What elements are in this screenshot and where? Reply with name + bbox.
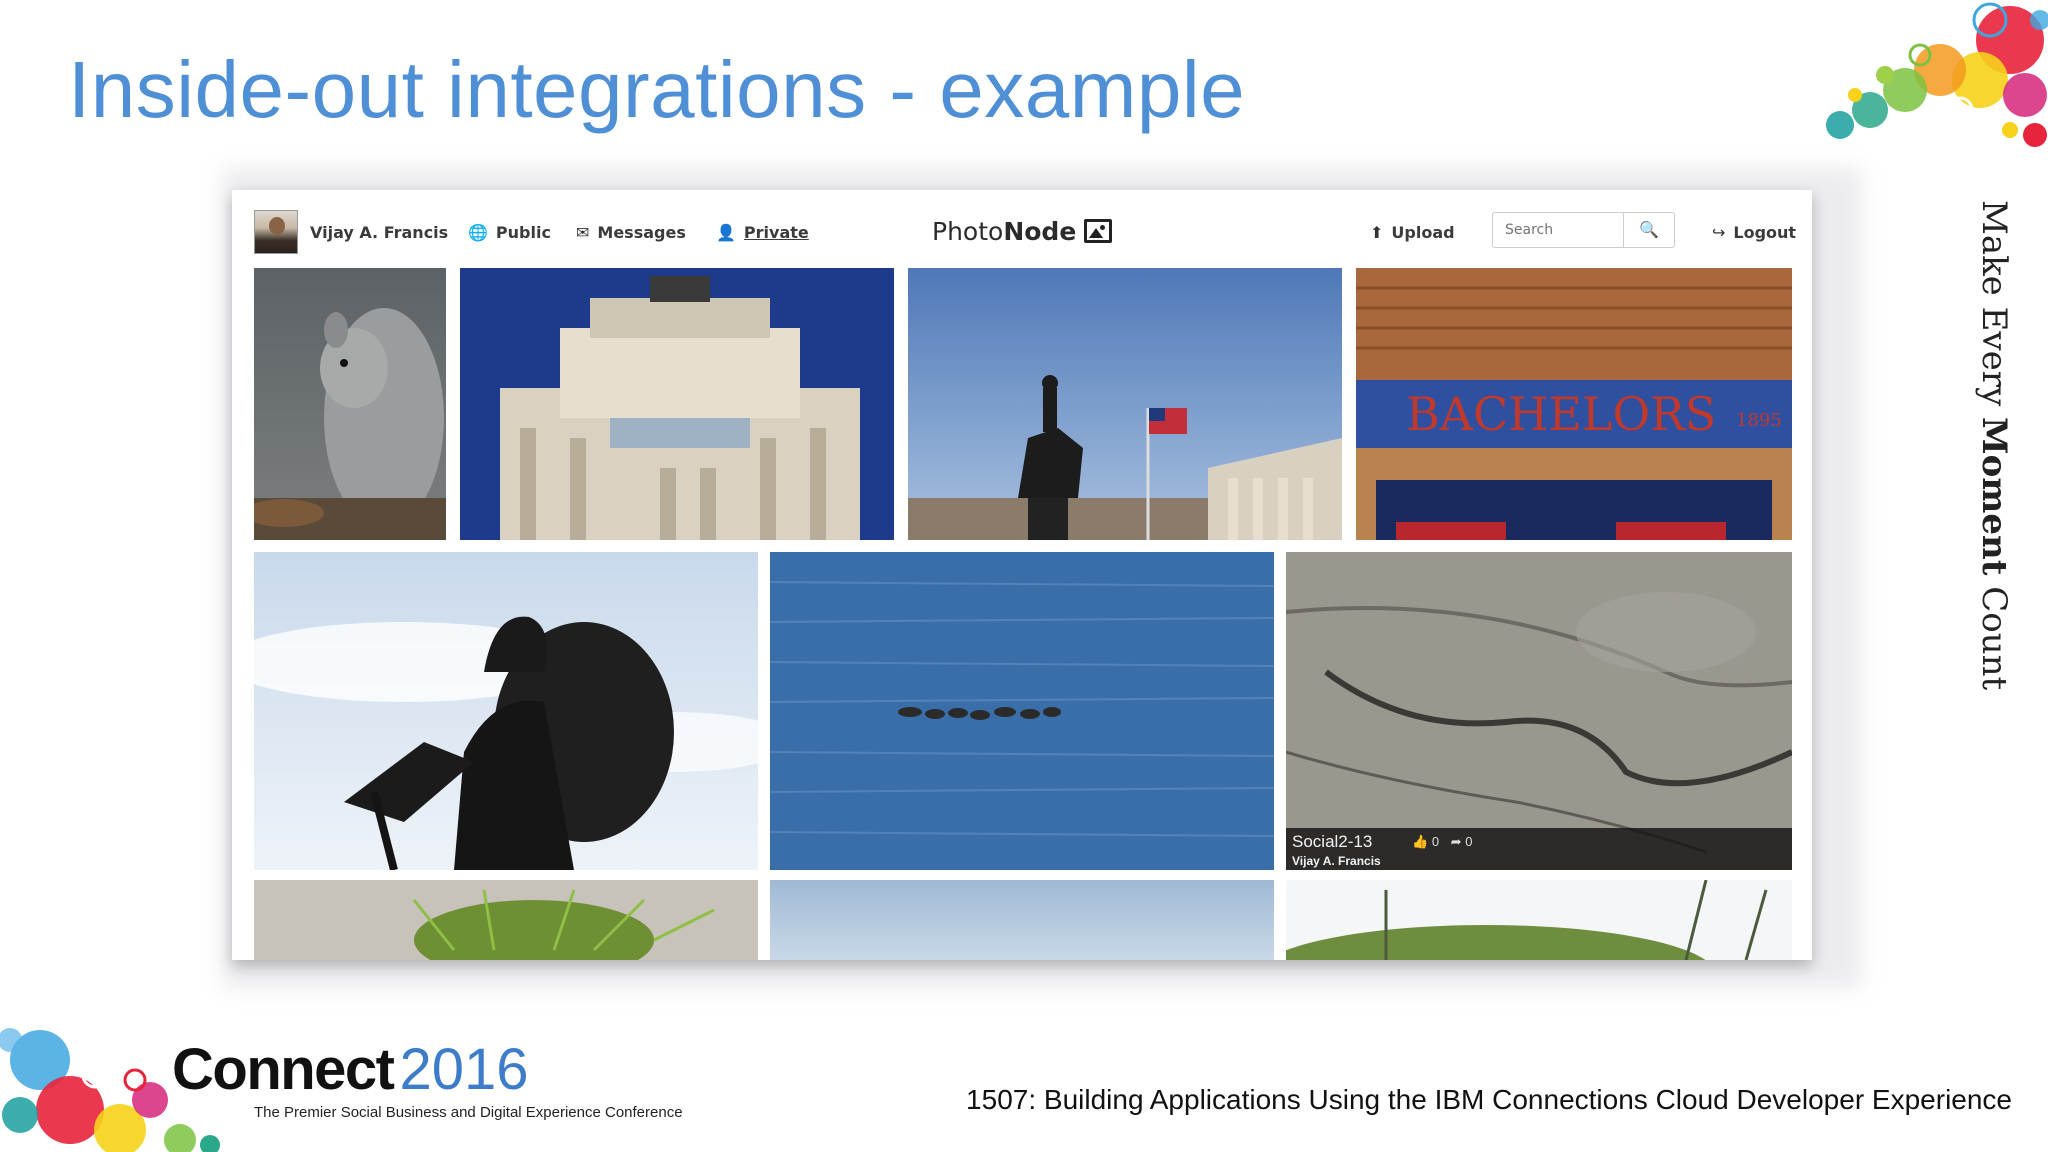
sign-text: BACHELORS [1406,387,1716,441]
photo-stats: 👍 0 ➦ 0 [1412,834,1473,849]
logout-button[interactable]: ↪ Logout [1712,220,1796,244]
photo-sky[interactable] [770,880,1274,960]
sign-year: 1895 [1736,410,1782,431]
tagline: Make Every Moment Count [1974,200,2014,691]
search-input[interactable] [1492,212,1624,248]
decorative-bubbles-top [1810,0,2048,160]
nav-public[interactable]: 🌐 Public [468,220,551,244]
app-screenshot: Vijay A. Francis 🌐 Public ✉ Messages 👤 P… [232,190,1812,960]
globe-icon: 🌐 [468,222,488,242]
share-icon[interactable]: ➦ [1451,834,1462,849]
picture-icon [1084,219,1113,243]
brand-logo[interactable]: Photo Node [932,214,1113,248]
connect-logo: Connect 2016 [172,1037,529,1102]
photo-ducks-on-water[interactable] [770,552,1274,870]
slide-title: Inside-out integrations - example [68,45,1246,134]
photo-bachelors-sign[interactable]: BACHELORS 1895 [1356,268,1792,540]
photo-hill-with-trees[interactable] [1286,880,1792,960]
upload-button[interactable]: ⬆ Upload [1370,220,1455,244]
photo-squirrel[interactable] [254,268,446,540]
photo-pine-branch[interactable] [254,880,758,960]
search-button[interactable]: 🔍 [1623,212,1675,248]
photo-caption: Social2-13 Vijay A. Francis 👍 0 ➦ 0 [1286,828,1792,870]
app-navbar: Vijay A. Francis 🌐 Public ✉ Messages 👤 P… [232,190,1812,270]
avatar[interactable] [254,210,298,254]
nav-private[interactable]: 👤 Private [716,220,809,244]
photo-clock-tower[interactable] [460,268,894,540]
user-icon: 👤 [716,222,736,242]
envelope-icon: ✉ [576,222,590,242]
nav-messages[interactable]: ✉ Messages [576,220,686,244]
user-name-link[interactable]: Vijay A. Francis [310,220,448,244]
logo-subtitle: The Premier Social Business and Digital … [254,1104,683,1121]
photo-equestrian-statue[interactable] [908,268,1342,540]
search-icon: 🔍 [1639,222,1659,239]
session-title: 1507: Building Applications Using the IB… [966,1084,2012,1115]
photo-viking-statue[interactable] [254,552,758,870]
photo-rock-surface[interactable]: Social2-13 Vijay A. Francis 👍 0 ➦ 0 [1286,552,1792,870]
upload-icon: ⬆ [1370,222,1384,242]
like-icon[interactable]: 👍 [1412,834,1428,849]
logout-icon: ↪ [1712,222,1726,242]
